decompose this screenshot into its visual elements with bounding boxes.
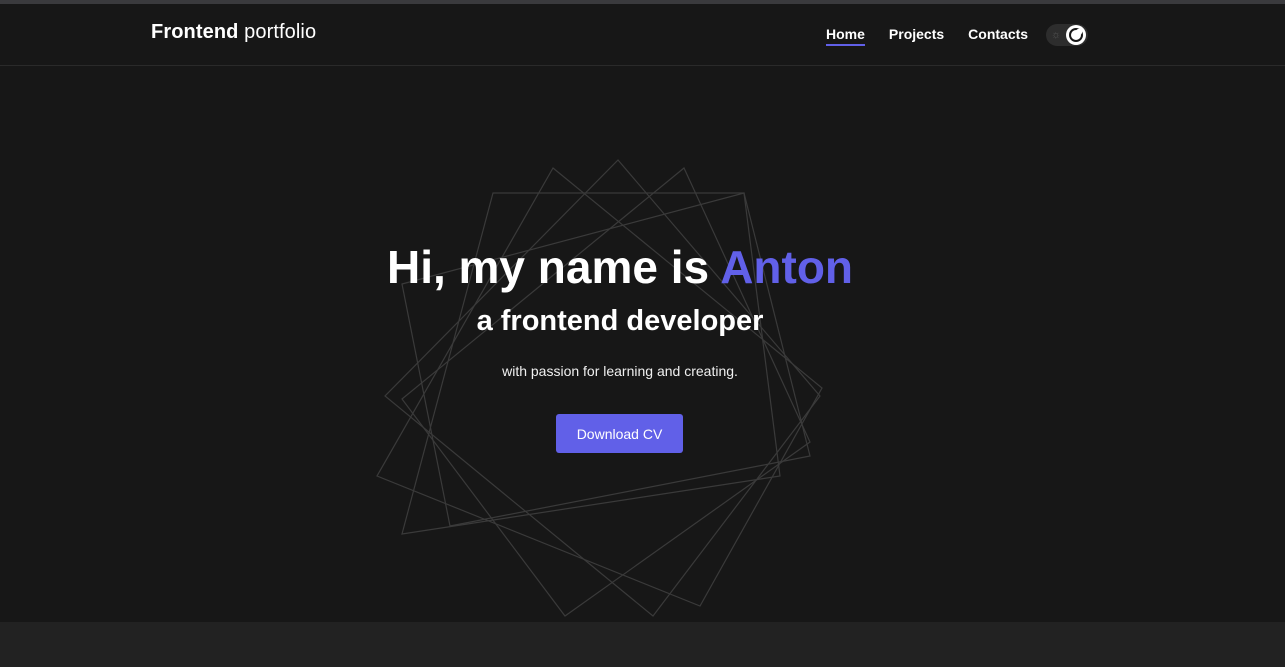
nav-projects[interactable]: Projects bbox=[889, 26, 944, 46]
logo-light-text: portfolio bbox=[244, 21, 317, 43]
site-logo[interactable]: Frontend portfolio bbox=[151, 21, 316, 44]
moon-icon bbox=[1069, 28, 1083, 42]
deco-square-1 bbox=[376, 167, 823, 607]
decorative-squares bbox=[376, 159, 823, 617]
download-cv-button[interactable]: Download CV bbox=[556, 414, 683, 453]
hero-section: Hi, my name is Anton a frontend develope… bbox=[0, 66, 1285, 622]
theme-toggle[interactable]: ☼ bbox=[1046, 24, 1088, 46]
deco-square-2 bbox=[384, 159, 821, 617]
hero-greeting: Hi, my name is bbox=[386, 241, 710, 293]
nav-home[interactable]: Home bbox=[826, 26, 865, 46]
sun-icon: ☼ bbox=[1051, 29, 1062, 41]
next-section-band bbox=[0, 622, 1285, 667]
hero-description: with passion for learning and creating. bbox=[502, 363, 738, 379]
hero-subtitle: a frontend developer bbox=[476, 305, 764, 337]
hero-name: Anton bbox=[720, 241, 854, 293]
toggle-knob bbox=[1066, 25, 1086, 45]
nav-contacts[interactable]: Contacts bbox=[968, 26, 1028, 46]
hero-title: Hi, my name is Anton bbox=[0, 240, 1240, 294]
site-header: Frontend portfolio Home Projects Contact… bbox=[0, 4, 1285, 66]
main-nav: Home Projects Contacts bbox=[826, 26, 1028, 46]
logo-bold-text: Frontend bbox=[151, 21, 239, 43]
